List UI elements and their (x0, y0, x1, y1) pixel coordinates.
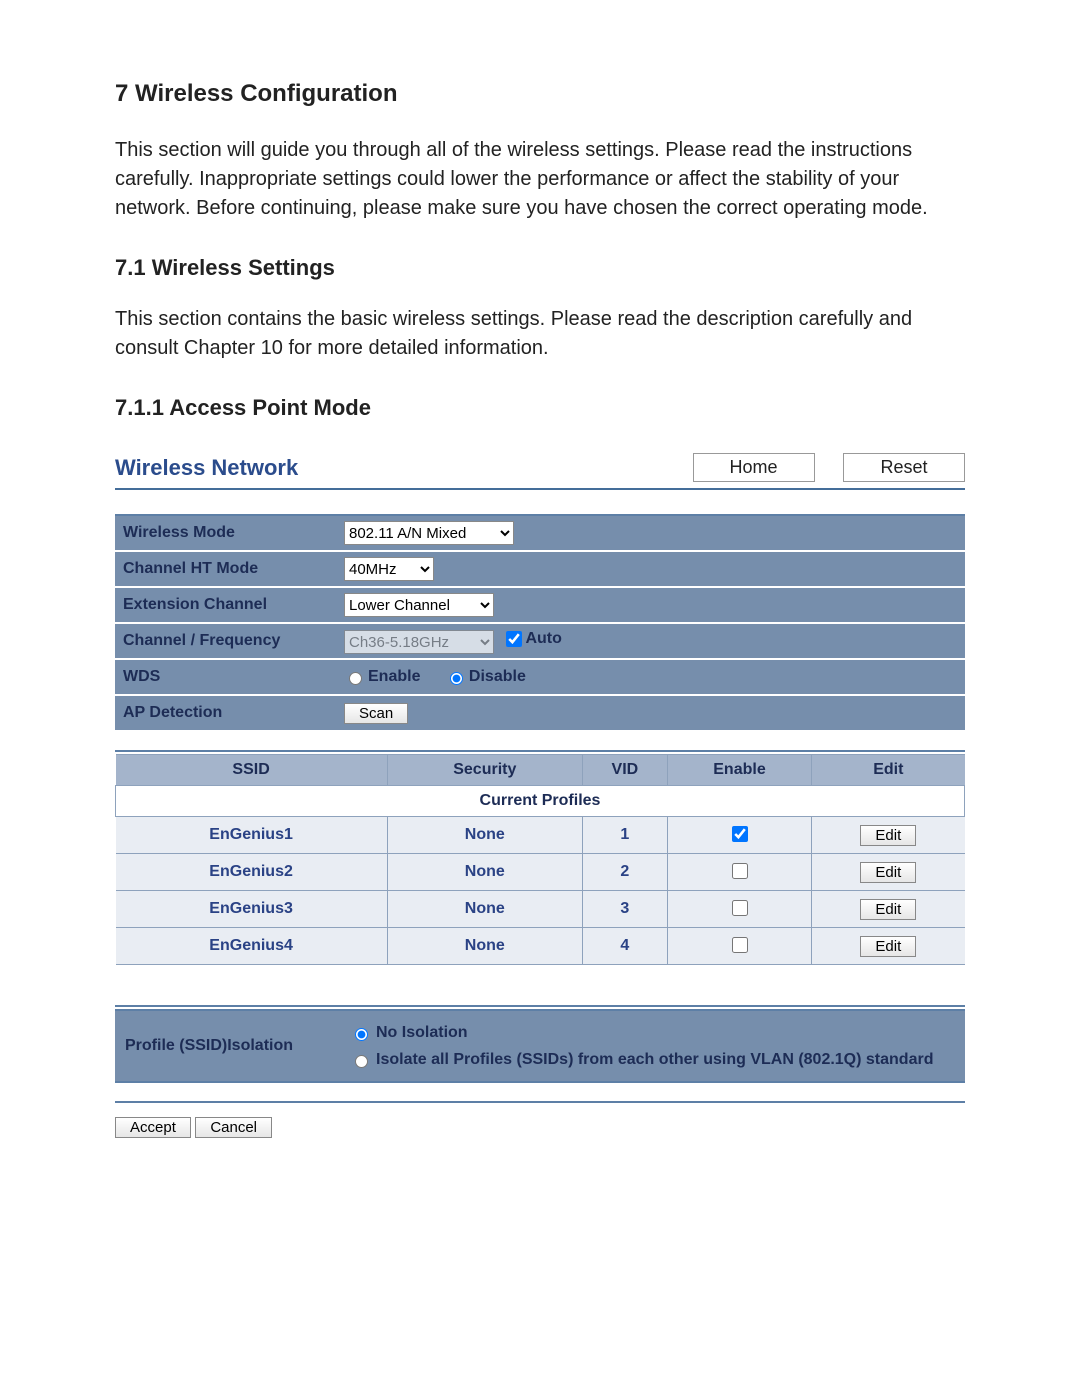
home-button[interactable]: Home (693, 453, 815, 482)
ap-detection-label: AP Detection (115, 695, 336, 731)
divider (115, 750, 965, 752)
ht-mode-select[interactable]: 40MHz (344, 557, 434, 581)
wds-enable-radio[interactable] (349, 672, 362, 685)
section-7-intro: This section will guide you through all … (115, 136, 965, 223)
channel-auto-label: Auto (525, 630, 561, 648)
profiles-caption: Current Profiles (116, 786, 965, 817)
vid-cell: 2 (582, 854, 667, 891)
wireless-network-panel: Wireless Network Home Reset Wireless Mod… (115, 451, 965, 1138)
section-heading-7-1-1: 7.1.1 Access Point Mode (115, 395, 965, 421)
ssid-cell: EnGenius2 (116, 854, 388, 891)
table-row: EnGenius2None2 Edit (116, 854, 965, 891)
wds-label: WDS (115, 659, 336, 695)
isolation-vlan-label: Isolate all Profiles (SSIDs) from each o… (376, 1051, 933, 1068)
security-cell: None (387, 928, 582, 965)
table-row: EnGenius4None4 Edit (116, 928, 965, 965)
security-cell: None (387, 854, 582, 891)
vid-cell: 4 (582, 928, 667, 965)
enable-checkbox[interactable] (732, 863, 748, 879)
enable-checkbox[interactable] (732, 900, 748, 916)
wds-enable-label: Enable (368, 668, 420, 685)
divider (115, 1101, 965, 1103)
channel-frequency-label: Channel / Frequency (115, 623, 336, 659)
cancel-button[interactable]: Cancel (195, 1117, 272, 1138)
enable-checkbox[interactable] (732, 826, 748, 842)
ssid-cell: EnGenius4 (116, 928, 388, 965)
isolation-none-label: No Isolation (376, 1024, 468, 1041)
wds-disable-label: Disable (469, 668, 526, 685)
table-row: EnGenius1None1 Edit (116, 817, 965, 854)
isolation-table: Profile (SSID)Isolation No Isolation Iso… (115, 1009, 965, 1083)
wds-disable-radio[interactable] (450, 672, 463, 685)
edit-button[interactable]: Edit (860, 936, 916, 957)
wireless-mode-label: Wireless Mode (115, 516, 336, 551)
ssid-cell: EnGenius1 (116, 817, 388, 854)
col-vid: VID (582, 755, 667, 786)
vid-cell: 1 (582, 817, 667, 854)
section-heading-7-1: 7.1 Wireless Settings (115, 255, 965, 281)
section-heading-7: 7 Wireless Configuration (115, 80, 965, 108)
divider (115, 1005, 965, 1007)
col-enable: Enable (667, 755, 811, 786)
vid-cell: 3 (582, 891, 667, 928)
edit-button[interactable]: Edit (860, 862, 916, 883)
wireless-mode-select[interactable]: 802.11 A/N Mixed (344, 521, 514, 545)
isolation-none-radio[interactable] (355, 1028, 368, 1041)
enable-checkbox[interactable] (732, 937, 748, 953)
ssid-cell: EnGenius3 (116, 891, 388, 928)
channel-frequency-select: Ch36-5.18GHz (344, 630, 494, 654)
wireless-settings-table: Wireless Mode 802.11 A/N Mixed Channel H… (115, 516, 965, 732)
scan-button[interactable]: Scan (344, 703, 408, 724)
channel-auto-checkbox[interactable] (506, 631, 522, 647)
accept-button[interactable]: Accept (115, 1117, 191, 1138)
ht-mode-label: Channel HT Mode (115, 551, 336, 587)
section-7-1-intro: This section contains the basic wireless… (115, 305, 965, 363)
panel-title: Wireless Network (115, 455, 298, 481)
col-edit: Edit (812, 755, 965, 786)
edit-button[interactable]: Edit (860, 825, 916, 846)
security-cell: None (387, 891, 582, 928)
col-ssid: SSID (116, 755, 388, 786)
table-row: EnGenius3None3 Edit (116, 891, 965, 928)
isolation-vlan-radio[interactable] (355, 1055, 368, 1068)
current-profiles-table: Current Profiles SSID Security VID Enabl… (115, 754, 965, 965)
col-security: Security (387, 755, 582, 786)
isolation-label: Profile (SSID)Isolation (115, 1010, 340, 1082)
extension-channel-select[interactable]: Lower Channel (344, 593, 494, 617)
reset-button[interactable]: Reset (843, 453, 965, 482)
security-cell: None (387, 817, 582, 854)
edit-button[interactable]: Edit (860, 899, 916, 920)
extension-channel-label: Extension Channel (115, 587, 336, 623)
